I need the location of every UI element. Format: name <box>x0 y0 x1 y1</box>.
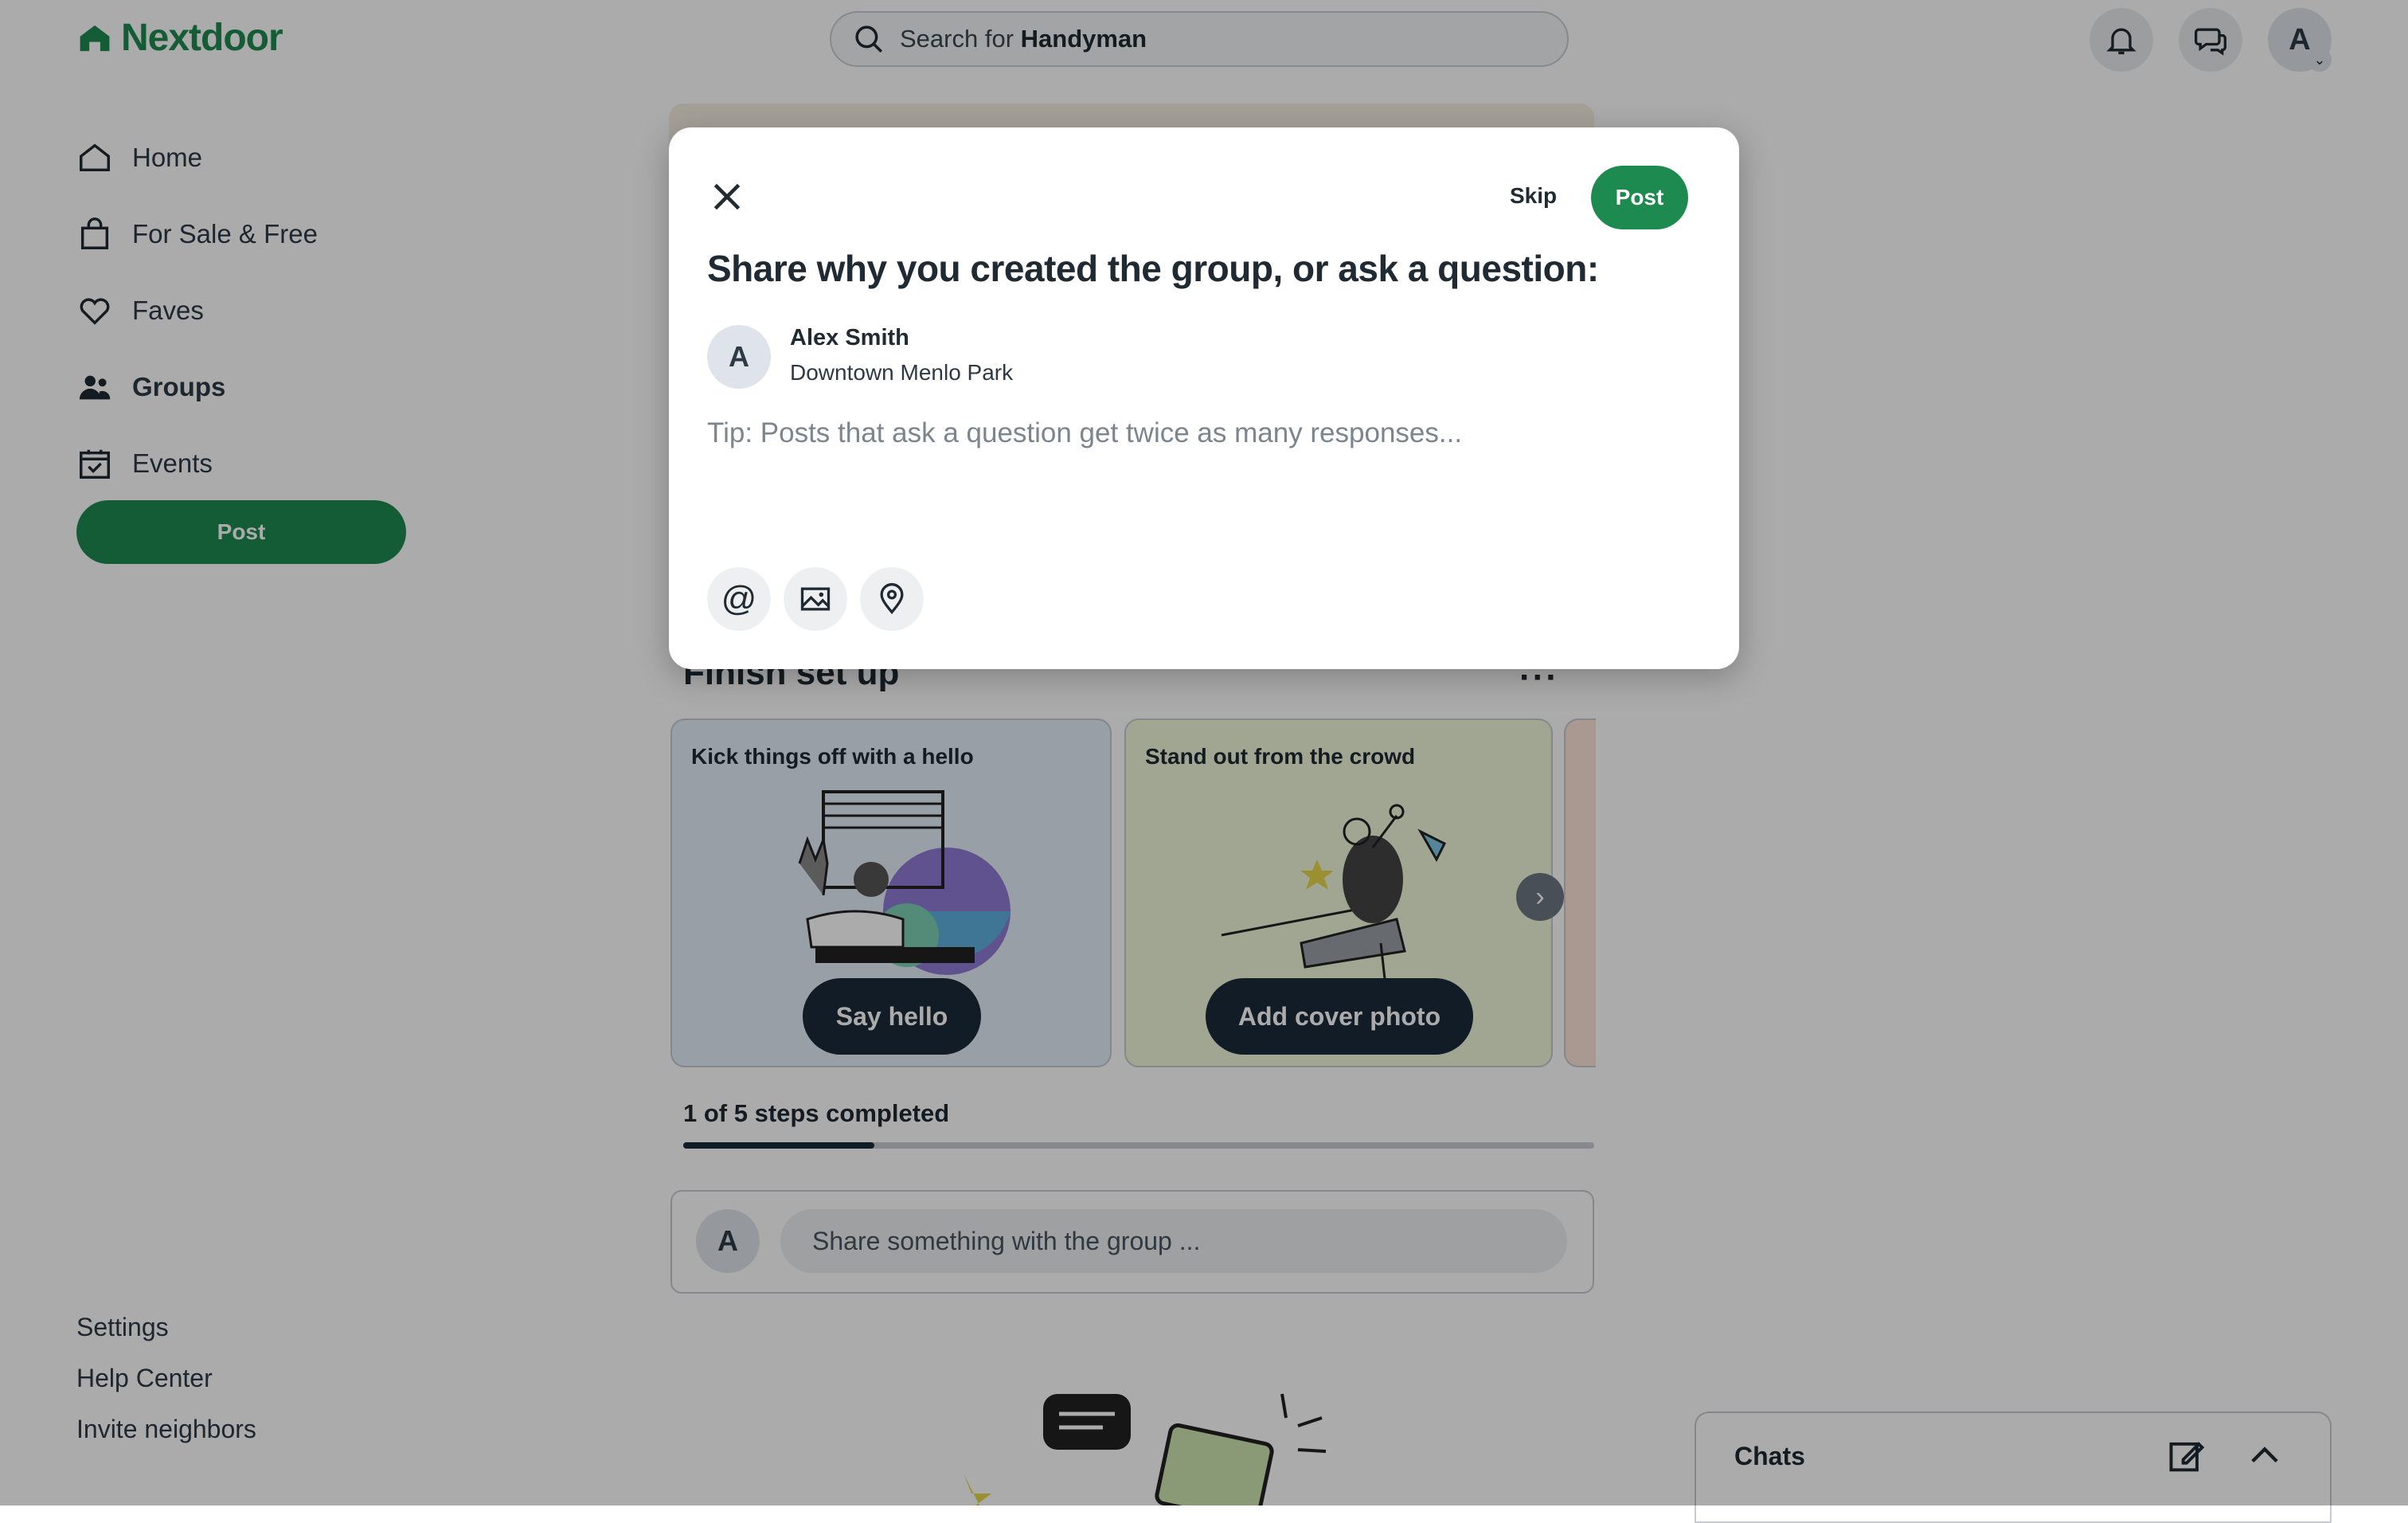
post-button[interactable]: Post <box>1591 166 1688 229</box>
modal-heading: Share why you created the group, or ask … <box>707 248 1599 289</box>
avatar-initial: A <box>729 340 749 373</box>
skip-button[interactable]: Skip <box>1510 183 1557 209</box>
at-sign-icon: @ <box>721 579 757 618</box>
add-photo-button[interactable] <box>784 567 847 631</box>
create-post-modal: Skip Post Share why you created the grou… <box>669 127 1739 669</box>
image-icon <box>800 587 831 611</box>
author-location: Downtown Menlo Park <box>790 360 1014 385</box>
mention-button[interactable]: @ <box>707 567 771 631</box>
location-pin-icon <box>880 583 904 615</box>
add-location-button[interactable] <box>860 567 924 631</box>
author-name: Alex Smith <box>790 325 909 350</box>
author-avatar: A <box>707 325 771 389</box>
close-icon[interactable] <box>707 177 747 217</box>
post-body-input[interactable]: Tip: Posts that ask a question get twice… <box>707 417 1462 449</box>
